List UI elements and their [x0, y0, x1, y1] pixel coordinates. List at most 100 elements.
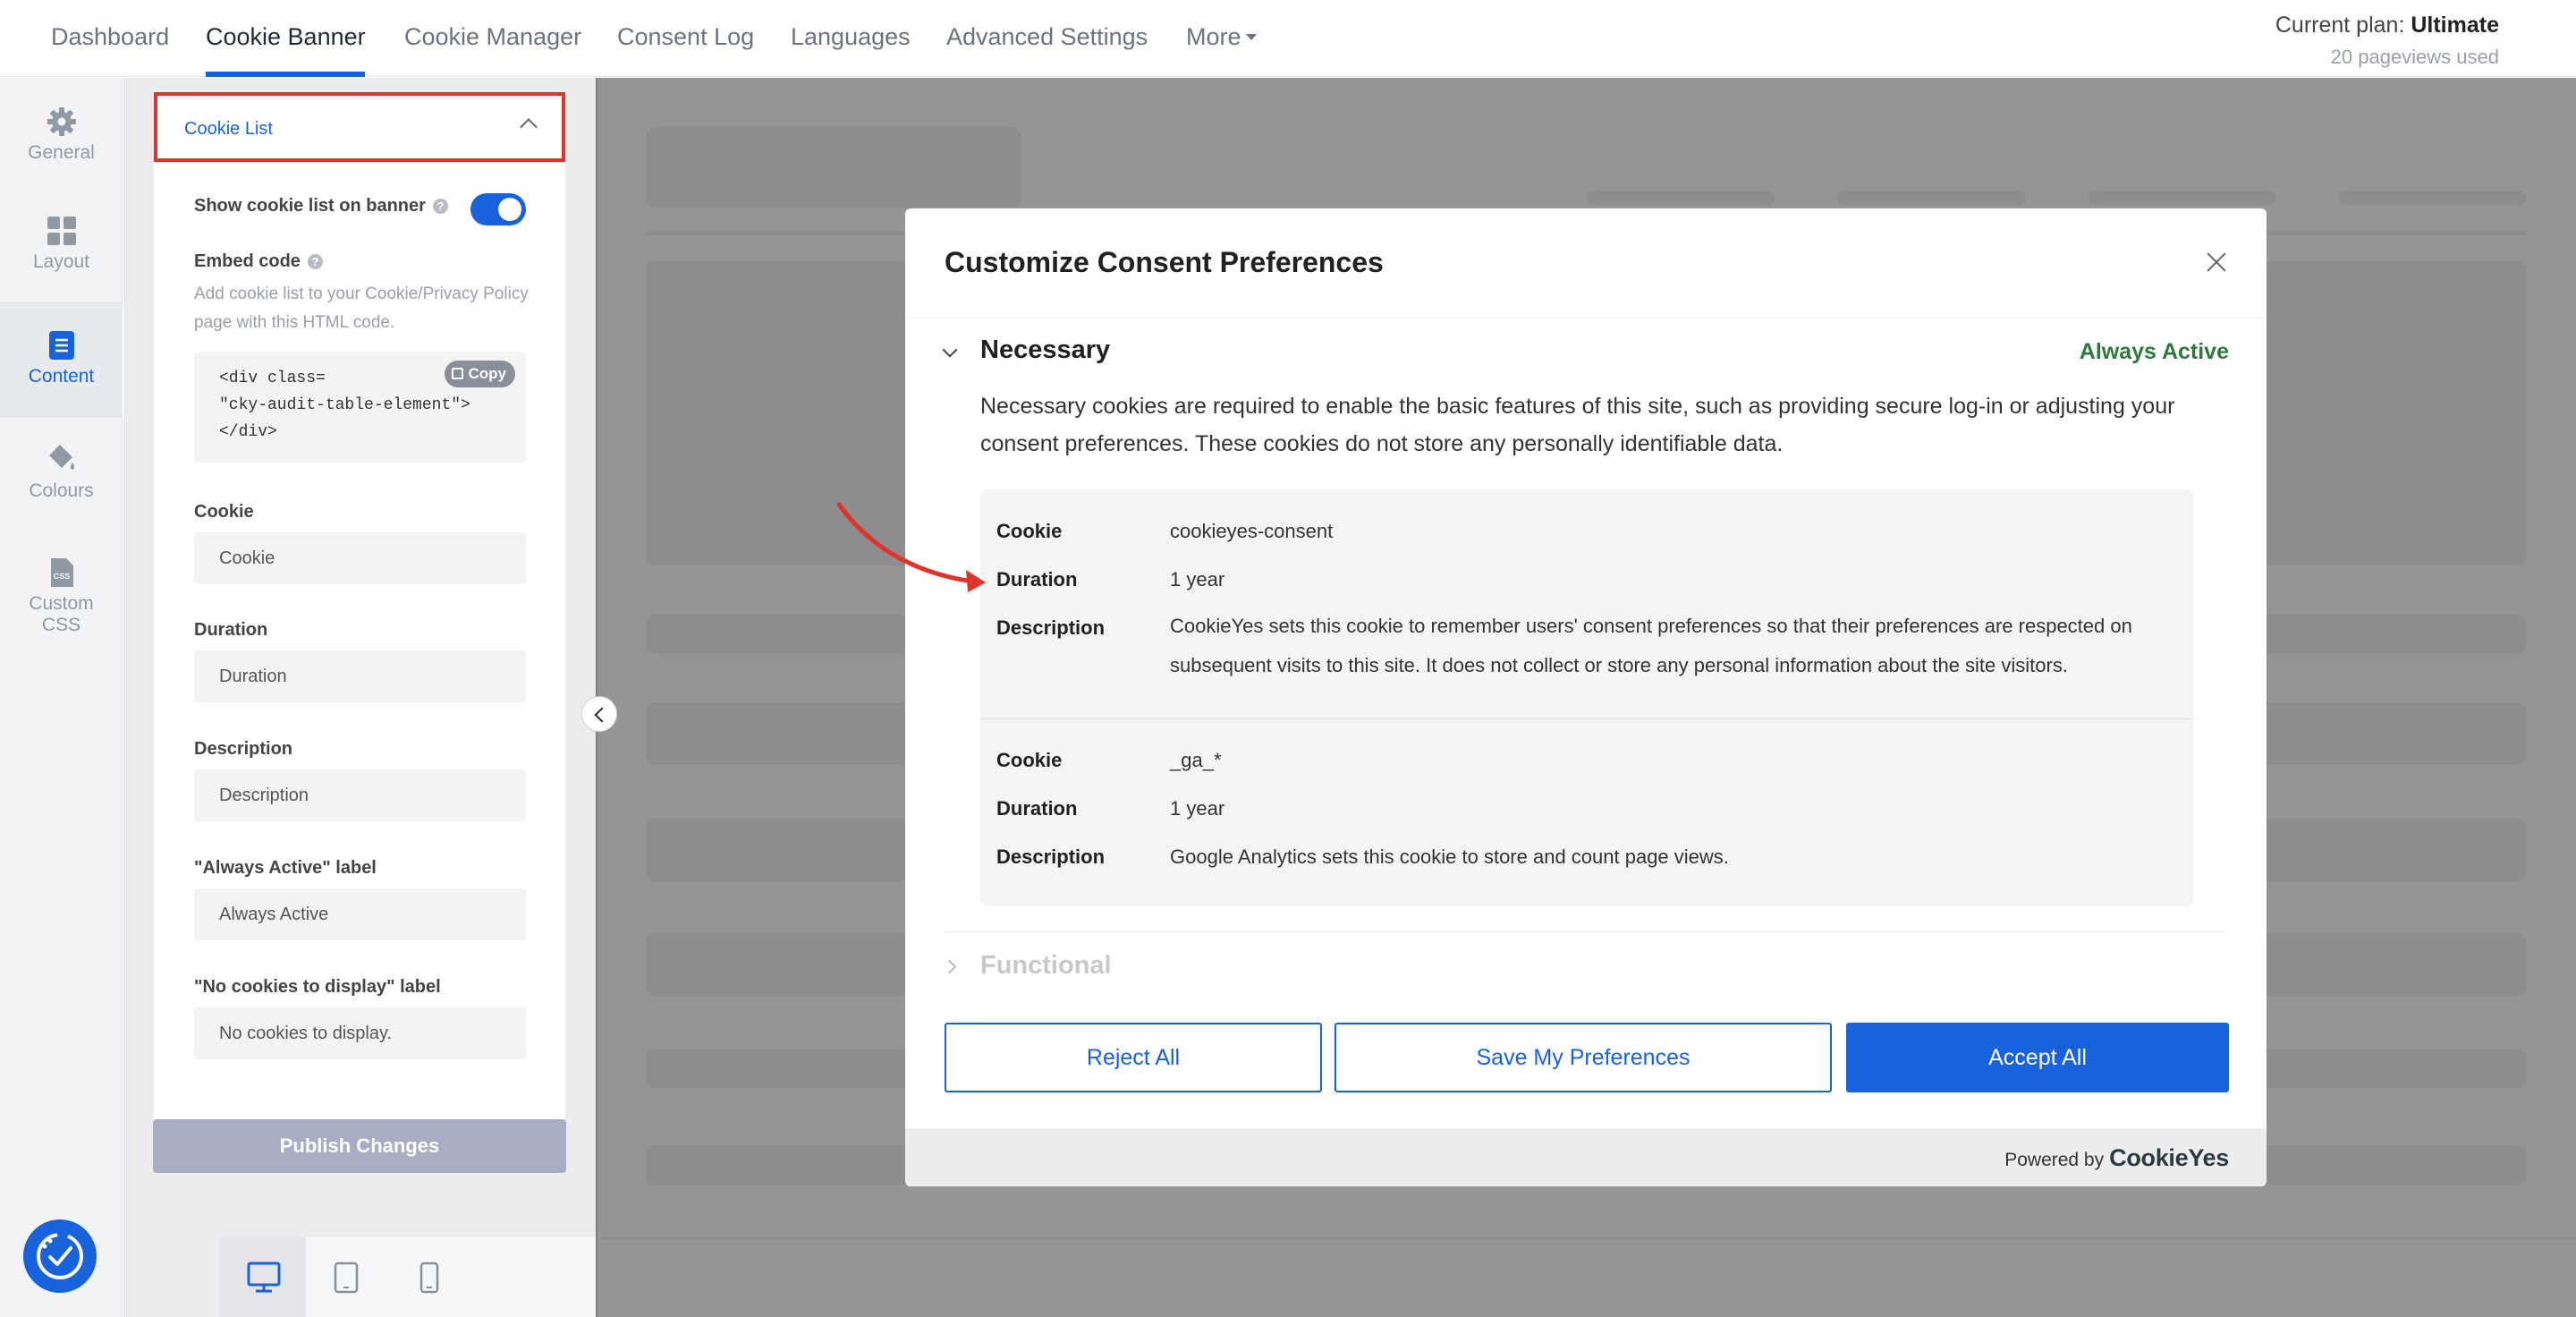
- nav-dashboard[interactable]: Dashboard: [51, 23, 169, 51]
- description-label-input[interactable]: Description: [194, 769, 526, 821]
- rail-item-general[interactable]: General: [0, 103, 123, 201]
- modal-footer: Powered by CookieYes: [905, 1128, 2267, 1186]
- code-line: </div>: [219, 423, 277, 441]
- nav-advanced-settings[interactable]: Advanced Settings: [946, 23, 1148, 51]
- always-active-field-label: "Always Active" label: [194, 858, 377, 878]
- code-line: "cky-audit-table-element">: [219, 396, 470, 414]
- paint-bucket-icon: [48, 445, 74, 470]
- checkmark-badge-icon: [37, 1233, 83, 1279]
- description-field-label: Description: [194, 739, 293, 759]
- help-icon[interactable]: ?: [307, 254, 323, 270]
- description-key: Description: [996, 845, 1106, 868]
- necessary-title[interactable]: Necessary: [980, 336, 1110, 365]
- rail-label-content: Content: [28, 366, 95, 387]
- gear-icon: [47, 107, 76, 136]
- show-list-toggle[interactable]: [470, 193, 526, 225]
- placeholder-block: [1587, 191, 1775, 205]
- show-list-label: Show cookie list on banner: [194, 196, 426, 216]
- top-navigation: Dashboard Cookie Banner Cookie Manager C…: [0, 0, 2576, 77]
- divider: [980, 718, 2193, 719]
- nav-more[interactable]: More: [1186, 23, 1241, 51]
- duration-key: Duration: [996, 797, 1078, 820]
- chevron-up-icon: [520, 118, 538, 136]
- embed-code-box[interactable]: <div class= "cky-audit-table-element"> <…: [194, 352, 526, 463]
- plan-info: Current plan: Ultimate 20 pageviews used: [2275, 13, 2499, 69]
- rail-item-colours[interactable]: Colours: [0, 439, 123, 538]
- cookie-key: Cookie: [996, 749, 1063, 771]
- rail-item-custom-css[interactable]: CSS Custom CSS: [0, 554, 123, 670]
- chevron-down-icon[interactable]: [942, 342, 958, 358]
- powered-by: Powered by CookieYes: [2004, 1144, 2229, 1172]
- placeholder-block: [646, 127, 1021, 208]
- no-cookies-label-input[interactable]: No cookies to display.: [194, 1007, 526, 1059]
- help-icon[interactable]: ?: [432, 199, 448, 215]
- duration-value: 1 year: [1170, 797, 1225, 820]
- device-tablet-button[interactable]: [306, 1236, 392, 1317]
- copy-label: Copy: [468, 365, 507, 382]
- consent-preferences-modal: Customize Consent Preferences Necessary …: [905, 208, 2267, 1186]
- save-preferences-button[interactable]: Save My Preferences: [1335, 1023, 1832, 1092]
- accessibility-help-button[interactable]: [23, 1219, 97, 1293]
- necessary-description: Necessary cookies are required to enable…: [980, 394, 2175, 456]
- rail-item-content[interactable]: Content: [0, 302, 123, 418]
- tablet-icon: [334, 1262, 359, 1294]
- duration-key: Duration: [996, 568, 1078, 591]
- layout-grid-icon: [47, 217, 76, 245]
- cookie-table: Cookie cookieyes-consent Duration 1 year…: [980, 489, 2193, 906]
- rail-label-general: General: [28, 142, 95, 163]
- copy-icon: [451, 368, 463, 379]
- functional-title[interactable]: Functional: [980, 951, 1112, 981]
- cookie-field-label: Cookie: [194, 502, 254, 522]
- duration-label-input[interactable]: Duration: [194, 650, 526, 702]
- cookieyes-logo[interactable]: CookieYes: [2109, 1144, 2229, 1171]
- copy-button[interactable]: Copy: [444, 361, 515, 387]
- placeholder-block: [1837, 191, 2025, 205]
- svg-text:CSS: CSS: [53, 572, 70, 581]
- rail-label-layout: Layout: [32, 251, 90, 272]
- publish-changes-button[interactable]: Publish Changes: [153, 1119, 566, 1173]
- plan-name: Ultimate: [2411, 13, 2499, 38]
- accept-all-button[interactable]: Accept All: [1846, 1023, 2229, 1092]
- duration-value: 1 year: [1170, 568, 1225, 591]
- embed-label: Embed code: [194, 251, 301, 271]
- nav-cookie-manager[interactable]: Cookie Manager: [404, 23, 581, 51]
- divider: [905, 318, 2267, 319]
- modal-title: Customize Consent Preferences: [945, 246, 1384, 278]
- device-desktop-button[interactable]: [220, 1236, 306, 1317]
- divider: [945, 931, 2227, 932]
- settings-rail: General Layout Content Colours CSS Custo…: [0, 78, 123, 1317]
- rail-item-layout[interactable]: Layout: [0, 212, 123, 310]
- active-tab-indicator: [206, 72, 365, 77]
- css-file-icon: CSS: [50, 558, 73, 587]
- always-active-status: Always Active: [2079, 339, 2229, 364]
- powered-by-text: Powered by: [2004, 1150, 2105, 1170]
- nav-languages[interactable]: Languages: [791, 23, 911, 51]
- description-value: CookieYes sets this cookie to remember u…: [1170, 615, 2132, 676]
- duration-field-label: Duration: [194, 620, 268, 640]
- no-cookies-field-label: "No cookies to display" label: [194, 977, 441, 997]
- embed-hint: Add cookie list to your Cookie/Privacy P…: [194, 285, 529, 332]
- device-switcher: [220, 1236, 596, 1317]
- cookie-label-input[interactable]: Cookie: [194, 532, 526, 584]
- section-title: Cookie List: [184, 119, 273, 139]
- chevron-right-icon[interactable]: [942, 959, 957, 974]
- rail-label-colours: Colours: [29, 480, 94, 501]
- placeholder-line: [597, 1237, 2576, 1239]
- device-mobile-button[interactable]: [392, 1236, 478, 1317]
- embed-label-row: Embed code?: [194, 251, 323, 272]
- rail-label-custom-css: Custom CSS: [29, 593, 94, 635]
- nav-cookie-banner[interactable]: Cookie Banner: [206, 23, 366, 51]
- plan-prefix: Current plan:: [2275, 13, 2405, 38]
- reject-all-button[interactable]: Reject All: [945, 1023, 1322, 1092]
- description-key: Description: [996, 616, 1106, 639]
- placeholder-block: [2338, 191, 2526, 205]
- close-icon[interactable]: [2204, 250, 2229, 275]
- desktop-icon: [247, 1262, 281, 1293]
- mobile-icon: [419, 1262, 439, 1294]
- collapse-panel-button[interactable]: [581, 696, 617, 732]
- nav-consent-log[interactable]: Consent Log: [617, 23, 754, 51]
- cookie-list-section-header[interactable]: Cookie List: [154, 92, 565, 162]
- cookie-key: Cookie: [996, 520, 1063, 542]
- always-active-label-input[interactable]: Always Active: [194, 888, 526, 940]
- cookie-value: cookieyes-consent: [1170, 520, 1334, 542]
